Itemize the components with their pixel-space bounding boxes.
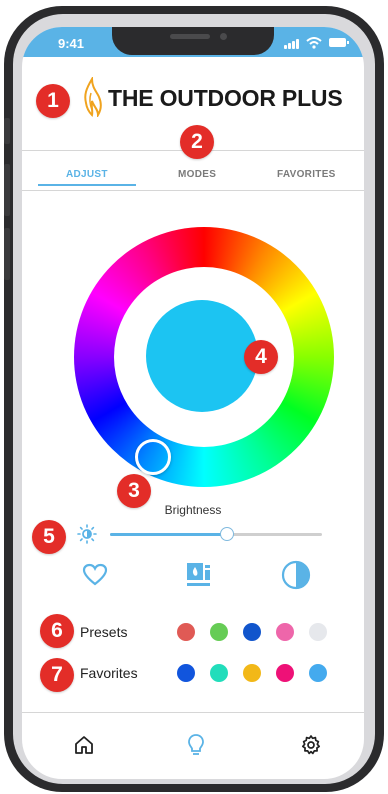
- notch: [112, 27, 274, 55]
- presets-label: Presets: [80, 624, 128, 640]
- preset-swatch-3[interactable]: [243, 623, 261, 641]
- tab-favorites[interactable]: FAVORITES: [277, 169, 336, 180]
- brightness-slider-knob[interactable]: [219, 527, 234, 541]
- gear-icon[interactable]: [300, 734, 322, 756]
- status-bar: 9:41: [22, 27, 364, 57]
- tab-adjust[interactable]: ADJUST: [66, 169, 108, 180]
- callout-badge-4: 4: [244, 340, 278, 374]
- favorites-label: Favorites: [80, 665, 138, 681]
- brand-name: THE OUTDOOR PLUS: [108, 85, 343, 111]
- contrast-icon[interactable]: [280, 559, 312, 591]
- favorite-swatch-2[interactable]: [210, 664, 228, 682]
- favorite-swatch-1[interactable]: [177, 664, 195, 682]
- favorite-swatch-3[interactable]: [243, 664, 261, 682]
- battery-icon: [329, 38, 349, 47]
- callout-badge-1: 1: [36, 84, 70, 118]
- volume-up-button: [4, 164, 10, 216]
- brightness-slider[interactable]: [110, 527, 322, 541]
- preset-swatch-5[interactable]: [309, 623, 327, 641]
- flame-logo-icon: [84, 77, 102, 117]
- callout-badge-7: 7: [40, 658, 74, 692]
- preset-swatch-2[interactable]: [210, 623, 228, 641]
- callout-badge-5: 5: [32, 520, 66, 554]
- active-tab-indicator: [38, 184, 136, 186]
- brightness-icon: [77, 524, 97, 544]
- callout-badge-3: 3: [117, 474, 151, 508]
- camera: [220, 33, 227, 40]
- status-icons: [284, 37, 349, 49]
- preset-swatch-4[interactable]: [276, 623, 294, 641]
- home-icon[interactable]: [73, 734, 95, 756]
- brightness-slider-fill: [110, 533, 227, 536]
- volume-down-button: [4, 228, 10, 280]
- tabs-divider: [22, 190, 364, 191]
- color-picker-handle[interactable]: [135, 439, 171, 475]
- tab-modes[interactable]: MODES: [178, 169, 216, 180]
- bottom-nav-divider: [22, 712, 364, 713]
- wifi-icon: [306, 37, 322, 49]
- heart-icon[interactable]: [82, 563, 108, 587]
- callout-badge-6: 6: [40, 614, 74, 648]
- preset-swatch-1[interactable]: [177, 623, 195, 641]
- scene-icon[interactable]: [185, 561, 213, 589]
- bulb-icon[interactable]: [187, 733, 205, 757]
- favorite-swatch-4[interactable]: [276, 664, 294, 682]
- speaker: [170, 34, 210, 39]
- favorite-swatch-5[interactable]: [309, 664, 327, 682]
- mute-switch: [4, 118, 10, 144]
- brightness-label: Brightness: [164, 503, 222, 517]
- selected-color-preview: [146, 300, 258, 412]
- status-time: 9:41: [58, 36, 85, 51]
- callout-badge-2: 2: [180, 125, 214, 159]
